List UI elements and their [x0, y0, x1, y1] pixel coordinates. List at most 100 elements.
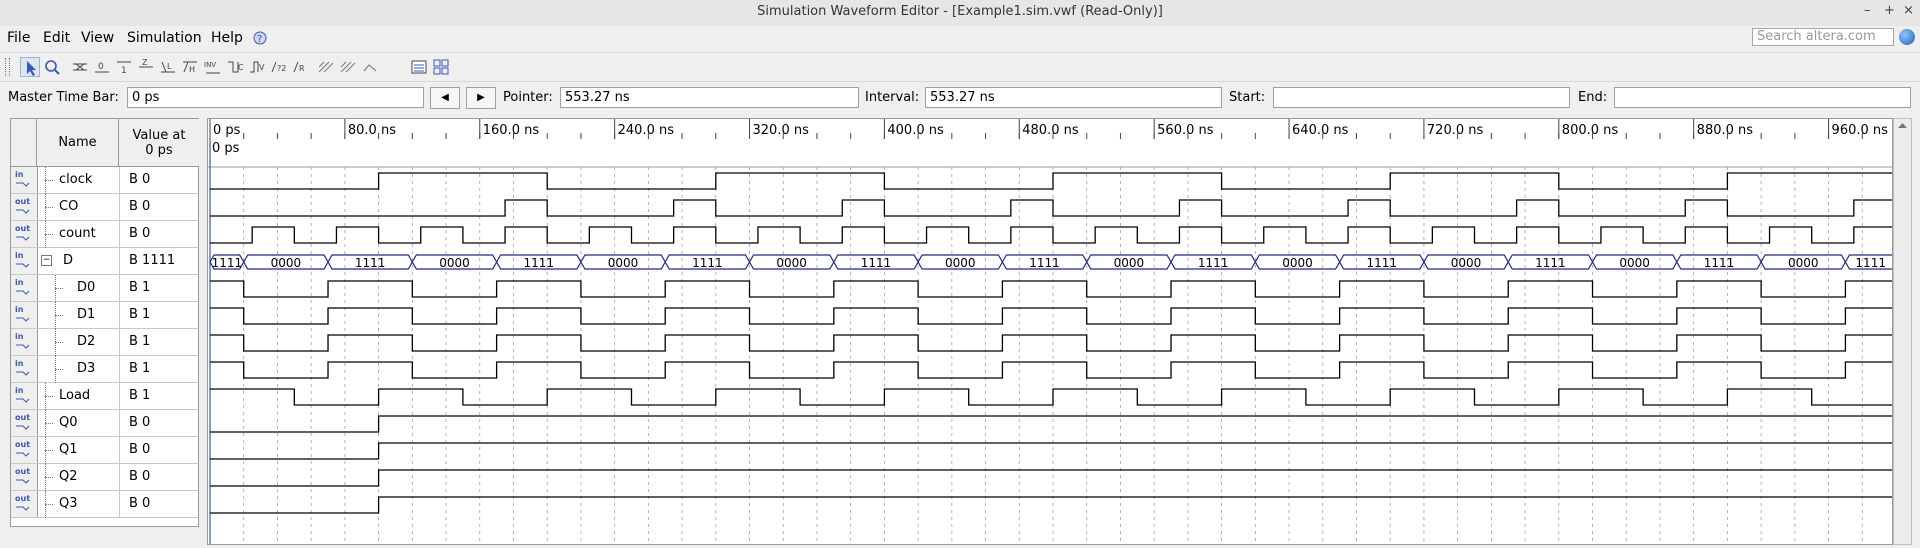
svg-text:C: C [238, 63, 244, 72]
in-pin-icon: in [11, 275, 38, 301]
out-pin-icon: out [11, 464, 38, 490]
time-tick-label: 0 ps [213, 123, 241, 138]
forcing-low-icon[interactable]: 0 [92, 57, 112, 77]
signal-row-clock[interactable]: in clock B 0 [11, 167, 198, 194]
weak-low-icon[interactable]: L [158, 57, 178, 77]
tree-branch [45, 396, 53, 397]
count-value-icon[interactable]: C [225, 57, 245, 77]
signal-value: B 1 [119, 356, 198, 382]
previous-transition-button[interactable]: ◀ [430, 87, 460, 109]
pointer-label: Pointer: [503, 90, 553, 105]
random-values-icon[interactable]: R [291, 57, 311, 77]
signal-row-d0[interactable]: in D0 B 1 [11, 275, 198, 302]
bus-value: 0000 [271, 256, 302, 270]
forcing-high-icon[interactable]: 1 [114, 57, 134, 77]
time-tick-label: 640.0 ns [1292, 123, 1349, 138]
end-label: End: [1578, 90, 1608, 105]
signal-table: Name Value at 0 ps in clock B 0 out CO B 0 out… [10, 118, 199, 527]
menu-edit[interactable]: Edit [43, 30, 70, 46]
pointer-field[interactable]: 553.27 ns [560, 87, 859, 108]
svg-text:R: R [299, 64, 305, 73]
signal-row-count[interactable]: out count B 0 [11, 221, 198, 248]
waveform-panel[interactable]: 0 ps 80.0 ns 160.0 ns 240.0 ns 320.0 ns 400.0… [207, 118, 1897, 545]
overwrite-clock-icon[interactable]: V [247, 57, 267, 77]
signal-value: B 0 [119, 194, 198, 220]
waveform-canvas[interactable]: 0 ps 80.0 ns 160.0 ns 240.0 ns 320.0 ns 400.0… [208, 119, 1897, 544]
name-column-header[interactable]: Name [37, 119, 119, 167]
toolbar-grip [5, 58, 10, 76]
ungroup-icon[interactable] [360, 57, 380, 77]
waveform-trace [210, 469, 1896, 487]
tree-branch [45, 180, 53, 181]
signal-row-d[interactable]: in − D B 1111 [11, 248, 198, 275]
time-tick-label: 880.0 ns [1697, 123, 1754, 138]
waveform-trace [210, 172, 1896, 190]
out-pin-icon: out [11, 410, 38, 436]
bus-value: 1111 [1704, 256, 1735, 270]
in-pin-icon: in [11, 383, 38, 409]
time-tick-label: 480.0 ns [1022, 123, 1079, 138]
help-context-icon[interactable]: ? [252, 30, 268, 46]
tree-branch [55, 342, 63, 343]
menu-help[interactable]: Help [211, 30, 243, 46]
chart-view-icon[interactable] [409, 57, 429, 77]
signal-row-d1[interactable]: in D1 B 1 [11, 302, 198, 329]
next-transition-button[interactable]: ▶ [466, 87, 496, 109]
svg-text:Z: Z [142, 58, 148, 67]
group-icon[interactable] [338, 57, 358, 77]
maximize-button[interactable]: + [1884, 3, 1895, 18]
snap-grid-icon[interactable] [316, 57, 336, 77]
bus-value: 1111 [692, 256, 723, 270]
out-pin-icon: out [11, 437, 38, 463]
signal-row-q3[interactable]: out Q3 B 0 [11, 491, 198, 518]
vertical-scrollbar[interactable] [1893, 118, 1912, 545]
signal-row-q2[interactable]: out Q2 B 0 [11, 464, 198, 491]
grid-settings-icon[interactable] [431, 57, 451, 77]
signal-row-co[interactable]: out CO B 0 [11, 194, 198, 221]
high-impedance-icon[interactable]: Z [136, 57, 156, 77]
time-tick-label: 560.0 ns [1157, 123, 1214, 138]
menu-file[interactable]: File [7, 30, 30, 46]
in-pin-icon: in [11, 167, 38, 193]
out-pin-icon: out [11, 194, 38, 220]
minimize-button[interactable]: – [1864, 3, 1871, 18]
close-button[interactable]: × [1903, 3, 1914, 18]
signal-row-d2[interactable]: in D2 B 1 [11, 329, 198, 356]
invert-icon[interactable]: INV [203, 57, 223, 77]
tree-branch [45, 477, 53, 478]
bus-value: 1111 [1855, 256, 1886, 270]
collapse-icon[interactable]: − [41, 255, 52, 266]
search-input[interactable]: Search altera.com [1752, 28, 1894, 46]
weak-high-icon[interactable]: H [180, 57, 200, 77]
bus-value: 1111 [861, 256, 892, 270]
value-column-header[interactable]: Value at 0 ps [119, 119, 199, 167]
start-field[interactable] [1273, 87, 1570, 108]
waveform-editor: Name Value at 0 ps in clock B 0 out CO B 0 out… [0, 118, 1920, 545]
arbitrary-value-icon[interactable]: ?2 [269, 57, 289, 77]
tree-branch [55, 315, 63, 316]
selection-tool-icon[interactable] [20, 57, 40, 77]
signal-value: B 0 [119, 464, 198, 490]
signal-row-q1[interactable]: out Q1 B 0 [11, 437, 198, 464]
out-pin-icon: out [11, 491, 38, 517]
interval-field[interactable]: 553.27 ns [925, 87, 1222, 108]
uninitialized-icon[interactable] [70, 57, 90, 77]
end-field[interactable] [1614, 87, 1911, 108]
zoom-tool-icon[interactable] [42, 57, 62, 77]
bus-value: 0000 [1788, 256, 1819, 270]
signal-row-q0[interactable]: out Q0 B 0 [11, 410, 198, 437]
bus-value: 1111 [523, 256, 554, 270]
master-time-bar-field[interactable]: 0 ps [127, 87, 424, 108]
menu-simulation[interactable]: Simulation [127, 30, 202, 46]
bus-value: 1111 [212, 256, 243, 270]
time-tick-label: 160.0 ns [483, 123, 540, 138]
globe-icon[interactable] [1899, 29, 1915, 45]
menu-view[interactable]: View [81, 30, 114, 46]
bus-value: 1111 [1029, 256, 1060, 270]
signal-row-d3[interactable]: in D3 B 1 [11, 356, 198, 383]
menu-bar: File Edit View Simulation Help ? [0, 26, 1920, 52]
signal-row-load[interactable]: in Load B 1 [11, 383, 198, 410]
signal-value: B 1 [119, 383, 198, 409]
scroll-up-icon[interactable] [1894, 119, 1911, 131]
bus-value: 0000 [945, 256, 976, 270]
